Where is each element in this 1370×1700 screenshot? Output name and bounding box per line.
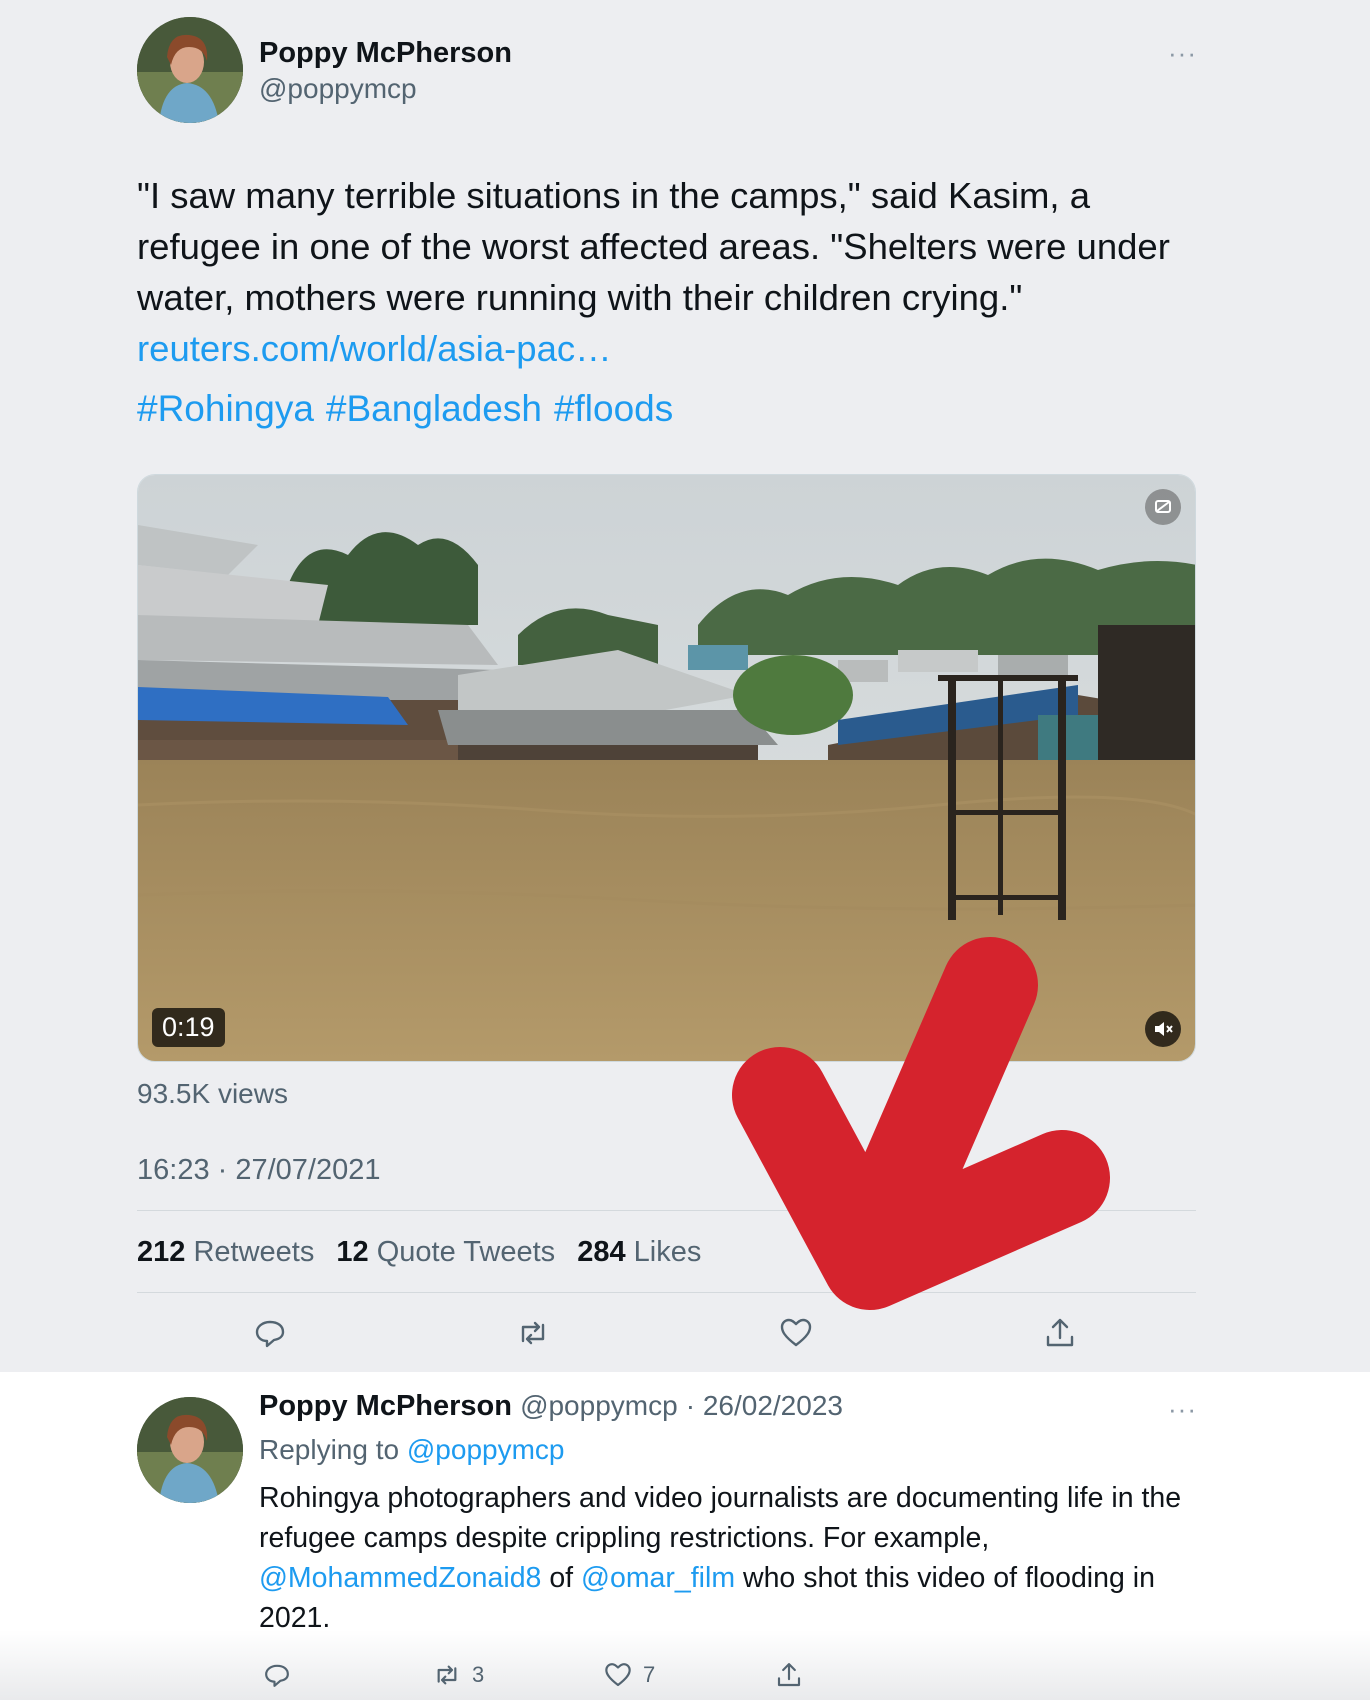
article-link[interactable]: reuters.com/world/asia-pac…: [137, 328, 612, 369]
share-icon: [777, 1663, 801, 1687]
reply-text: Rohingya photographers and video journal…: [259, 1478, 1199, 1638]
reply-text-part1: Rohingya photographers and video journal…: [259, 1482, 1182, 1554]
author-avatar[interactable]: [137, 17, 243, 123]
retweet-icon: [437, 1665, 457, 1685]
reply-date[interactable]: · 26/02/2023: [686, 1390, 843, 1421]
tweet-text: "I saw many terrible situations in the c…: [137, 170, 1217, 374]
hashtag-rohingya[interactable]: #Rohingya: [137, 388, 314, 429]
divider: [137, 1210, 1196, 1211]
hashtag-bangladesh[interactable]: #Bangladesh: [326, 388, 542, 429]
retweets-count: 212: [137, 1236, 186, 1268]
reply-like-button[interactable]: 7: [603, 1660, 655, 1690]
reply-retweet-button[interactable]: 3: [432, 1660, 484, 1690]
view-count: 93.5K views: [137, 1078, 288, 1109]
reply-share-button[interactable]: [774, 1660, 804, 1690]
tweet-body: "I saw many terrible situations in the c…: [137, 175, 1170, 318]
video-player[interactable]: 0:19: [137, 474, 1196, 1062]
reply-reply-button[interactable]: [262, 1660, 292, 1690]
reply-author-handle[interactable]: @poppymcp: [520, 1390, 678, 1421]
retweets-label: Retweets: [193, 1236, 315, 1268]
share-icon[interactable]: [1042, 1315, 1078, 1351]
mention-omar-film[interactable]: @omar_film: [581, 1562, 735, 1594]
retweets-stat[interactable]: 212 Retweets: [137, 1236, 314, 1268]
reply-header: Poppy McPherson @poppymcp · 26/02/2023: [259, 1390, 843, 1423]
quote-tweets-stat[interactable]: 12 Quote Tweets: [336, 1236, 555, 1268]
reply-author-name[interactable]: Poppy McPherson: [259, 1390, 512, 1422]
likes-label: Likes: [633, 1236, 702, 1268]
reply-icon: [265, 1664, 289, 1687]
video-frame: [138, 475, 1195, 1061]
likes-stat[interactable]: 284 Likes: [577, 1236, 701, 1268]
mute-icon[interactable]: [1145, 1011, 1181, 1047]
mention-mohammedzonaid8[interactable]: @MohammedZonaid8: [259, 1562, 541, 1594]
reply-icon[interactable]: [252, 1315, 288, 1351]
engagement-stats: 212 Retweets 12 Quote Tweets 284 Likes: [137, 1236, 715, 1269]
like-icon[interactable]: [778, 1315, 814, 1351]
replying-handle[interactable]: @poppymcp: [407, 1434, 565, 1465]
retweet-icon[interactable]: [515, 1315, 551, 1351]
hashtags: #Rohingya #Bangladesh #floods: [137, 388, 685, 430]
author-name[interactable]: Poppy McPherson: [259, 37, 512, 70]
reply-text-of: of: [549, 1562, 574, 1594]
bottom-fade: [0, 1630, 1370, 1700]
replying-prefix: Replying to: [259, 1434, 400, 1465]
reply-author-avatar[interactable]: [137, 1397, 243, 1503]
divider: [137, 1292, 1196, 1293]
video-duration: 0:19: [152, 1008, 225, 1047]
replying-to: Replying to @poppymcp: [259, 1434, 564, 1466]
reply-retweet-count: 3: [472, 1662, 485, 1687]
gif-indicator-icon[interactable]: [1145, 489, 1181, 525]
quotes-count: 12: [336, 1236, 369, 1268]
reply-like-count: 7: [643, 1662, 656, 1687]
more-icon[interactable]: ···: [1168, 38, 1197, 69]
more-icon[interactable]: ···: [1168, 1394, 1197, 1425]
quotes-label: Quote Tweets: [376, 1236, 556, 1268]
hashtag-floods[interactable]: #floods: [554, 388, 673, 429]
author-handle[interactable]: @poppymcp: [259, 73, 417, 105]
like-icon: [605, 1663, 631, 1687]
likes-count: 284: [577, 1236, 626, 1268]
tweet-timestamp[interactable]: 16:23 · 27/07/2021: [137, 1154, 380, 1187]
